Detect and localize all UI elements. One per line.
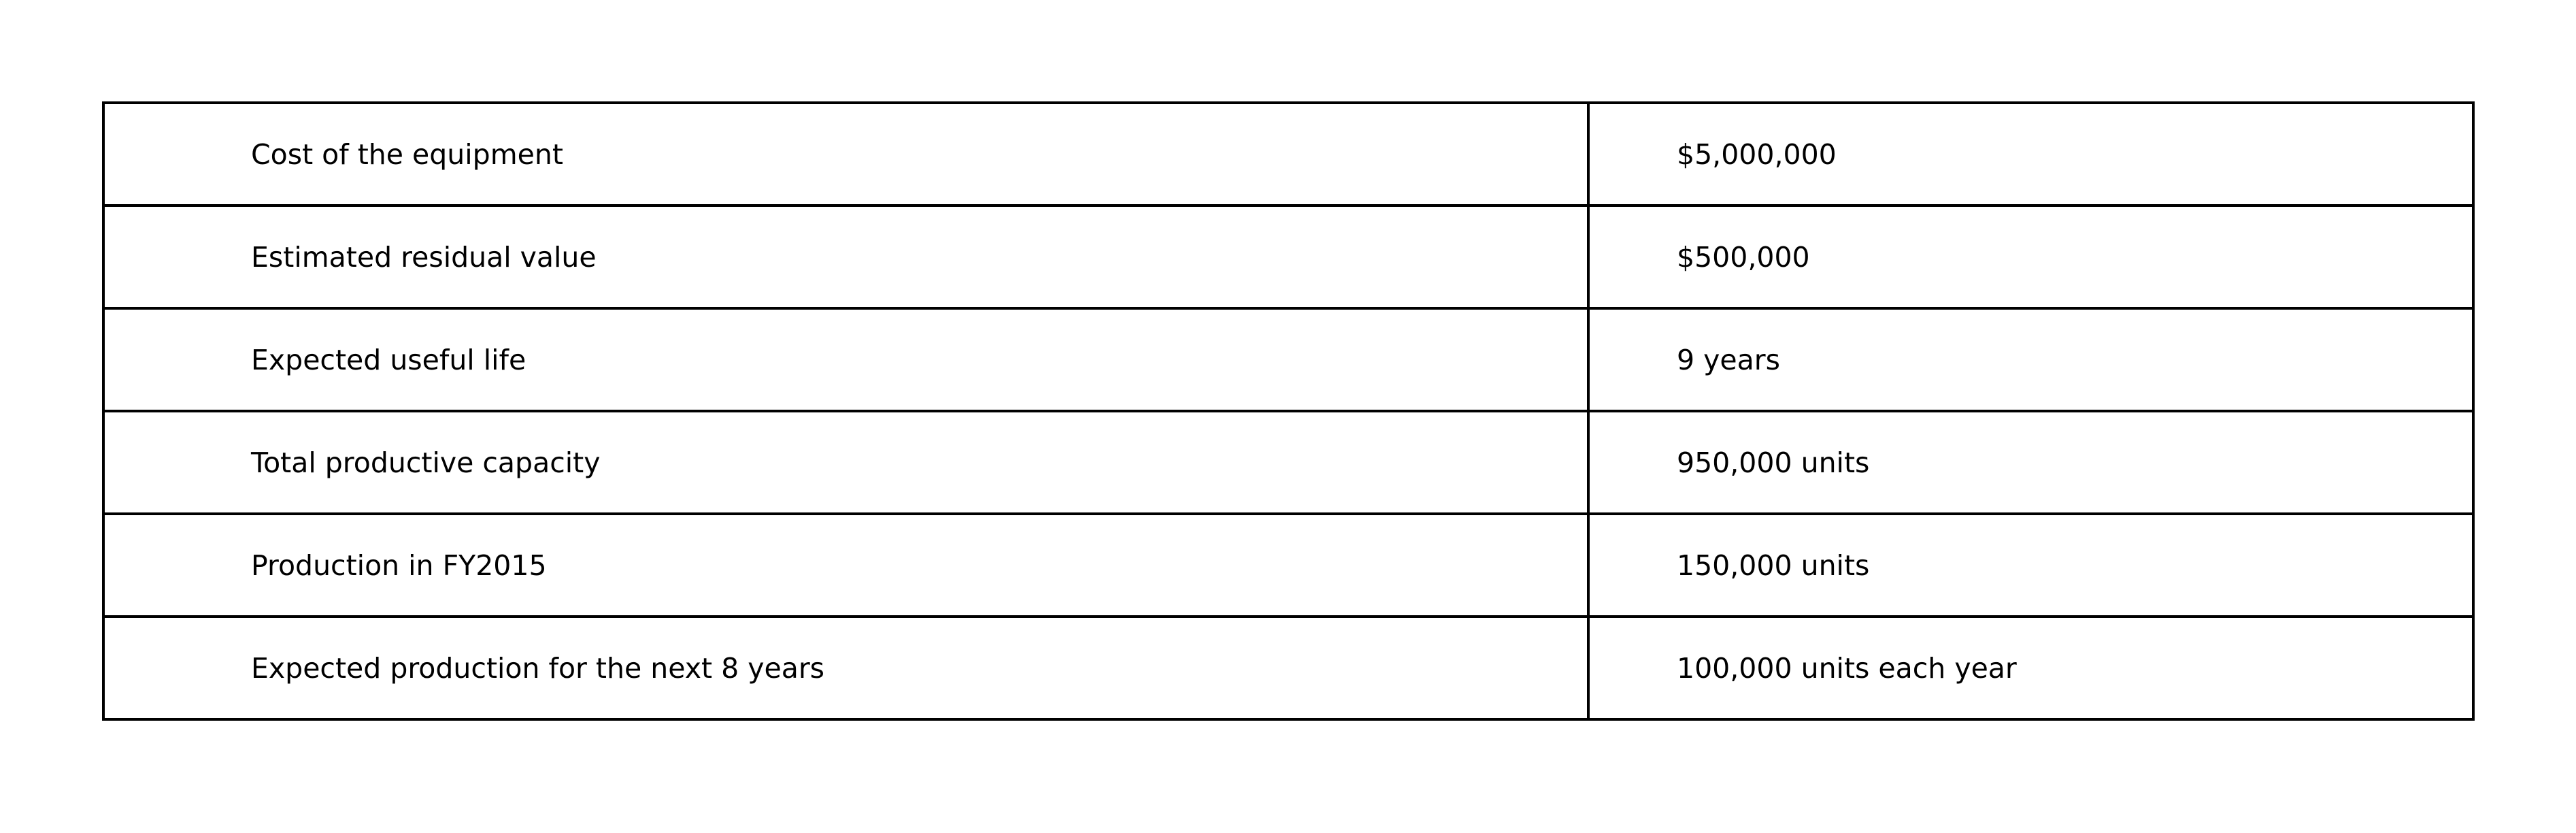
- table-row: Expected useful life 9 years: [102, 307, 2475, 412]
- row-label: Estimated residual value: [102, 204, 1590, 310]
- row-value: $5,000,000: [1587, 101, 2475, 207]
- row-label: Production in FY2015: [102, 512, 1590, 618]
- equipment-data-table: Cost of the equipment $5,000,000 Estimat…: [102, 101, 2475, 721]
- row-label: Expected production for the next 8 years: [102, 615, 1590, 721]
- row-value: 950,000 units: [1587, 410, 2475, 515]
- row-value: $500,000: [1587, 204, 2475, 310]
- row-label: Expected useful life: [102, 307, 1590, 412]
- table-row: Estimated residual value $500,000: [102, 204, 2475, 310]
- table-row: Total productive capacity 950,000 units: [102, 410, 2475, 515]
- row-label: Cost of the equipment: [102, 101, 1590, 207]
- table-row: Expected production for the next 8 years…: [102, 615, 2475, 721]
- row-value: 150,000 units: [1587, 512, 2475, 618]
- row-label: Total productive capacity: [102, 410, 1590, 515]
- table-row: Production in FY2015 150,000 units: [102, 512, 2475, 618]
- row-value: 100,000 units each year: [1587, 615, 2475, 721]
- table-row: Cost of the equipment $5,000,000: [102, 101, 2475, 207]
- row-value: 9 years: [1587, 307, 2475, 412]
